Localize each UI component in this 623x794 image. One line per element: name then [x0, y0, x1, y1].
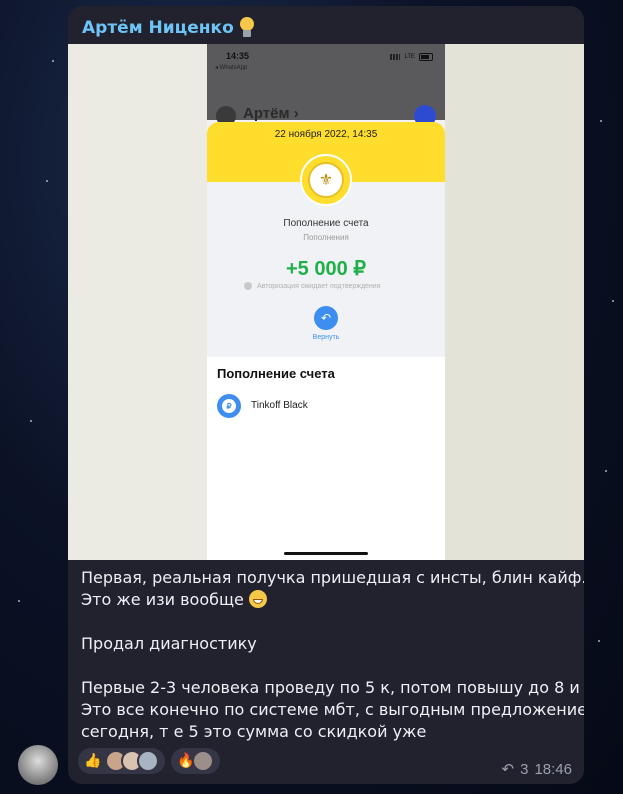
attached-photo[interactable]: 14:35 ◂ WhatsApp LTE Артём › 22 ноября 2…: [68, 44, 584, 560]
message-meta: ↶ 3 18:46: [502, 760, 572, 779]
transaction-date: 22 ноября 2022, 14:35: [274, 129, 378, 140]
reaction-fire[interactable]: 🔥: [171, 748, 220, 774]
message-line: Первая, реальная получка пришедшая с инс…: [81, 568, 584, 587]
reaction-thumbs-up[interactable]: 👍: [78, 748, 165, 774]
message-line: Это же изи вообще: [81, 589, 571, 611]
details-title: Пополнение счета: [217, 366, 335, 381]
signal-icon: [390, 54, 401, 60]
bank-logo: ⚜: [300, 154, 352, 206]
phone-screenshot: 14:35 ◂ WhatsApp LTE Артём › 22 ноября 2…: [207, 44, 445, 560]
clock-icon: [244, 282, 252, 290]
message-line: Это все конечно по системе мбт, с выгодн…: [81, 700, 584, 719]
crest-icon: ⚜: [308, 162, 344, 198]
auth-note: Авторизация ожидает подтверждения: [244, 282, 380, 290]
network-label: LTE: [404, 54, 415, 60]
status-time: 14:35: [226, 51, 250, 61]
transaction-category: Пополнения: [303, 233, 349, 242]
reactions-bar: 👍 🔥: [78, 748, 220, 774]
message-time: 18:46: [534, 760, 572, 778]
thumbs-up-icon: 👍: [84, 753, 102, 769]
message-text: Первая, реальная получка пришедшая с инс…: [81, 567, 584, 743]
reply-icon[interactable]: ↶: [502, 760, 515, 778]
reactor-avatar: [192, 750, 214, 772]
status-back: ◂ WhatsApp: [215, 65, 248, 71]
transaction-amount: +5 000 ₽: [285, 258, 366, 280]
reactor-avatar: [137, 750, 159, 772]
card-name: Tinkoff Black: [251, 400, 308, 411]
message-bubble: Артём Ниценко 14:35 ◂ WhatsApp LTE Артём…: [68, 6, 584, 784]
grin-emoji-icon: [248, 590, 267, 608]
message-line: сегодня, т е 5 это сумма со скидкой уже: [81, 722, 427, 741]
chat-title: Артём ›: [243, 105, 299, 122]
card-icon: ₽: [217, 394, 241, 418]
battery-icon: [419, 53, 433, 61]
sender-name[interactable]: Артём Ниценко: [82, 16, 256, 40]
undo-icon: ↶: [314, 306, 338, 330]
reply-count[interactable]: 3: [520, 761, 528, 778]
message-line: Продал диагностику: [81, 634, 257, 653]
home-indicator: [284, 552, 368, 555]
message-line: Первые 2-3 человека проведу по 5 к, пото…: [81, 678, 584, 697]
sender-avatar[interactable]: [18, 745, 58, 785]
transaction-title: Пополнение счета: [283, 218, 369, 229]
lightbulb-icon: [238, 17, 256, 39]
undo-label: Вернуть: [312, 334, 340, 341]
